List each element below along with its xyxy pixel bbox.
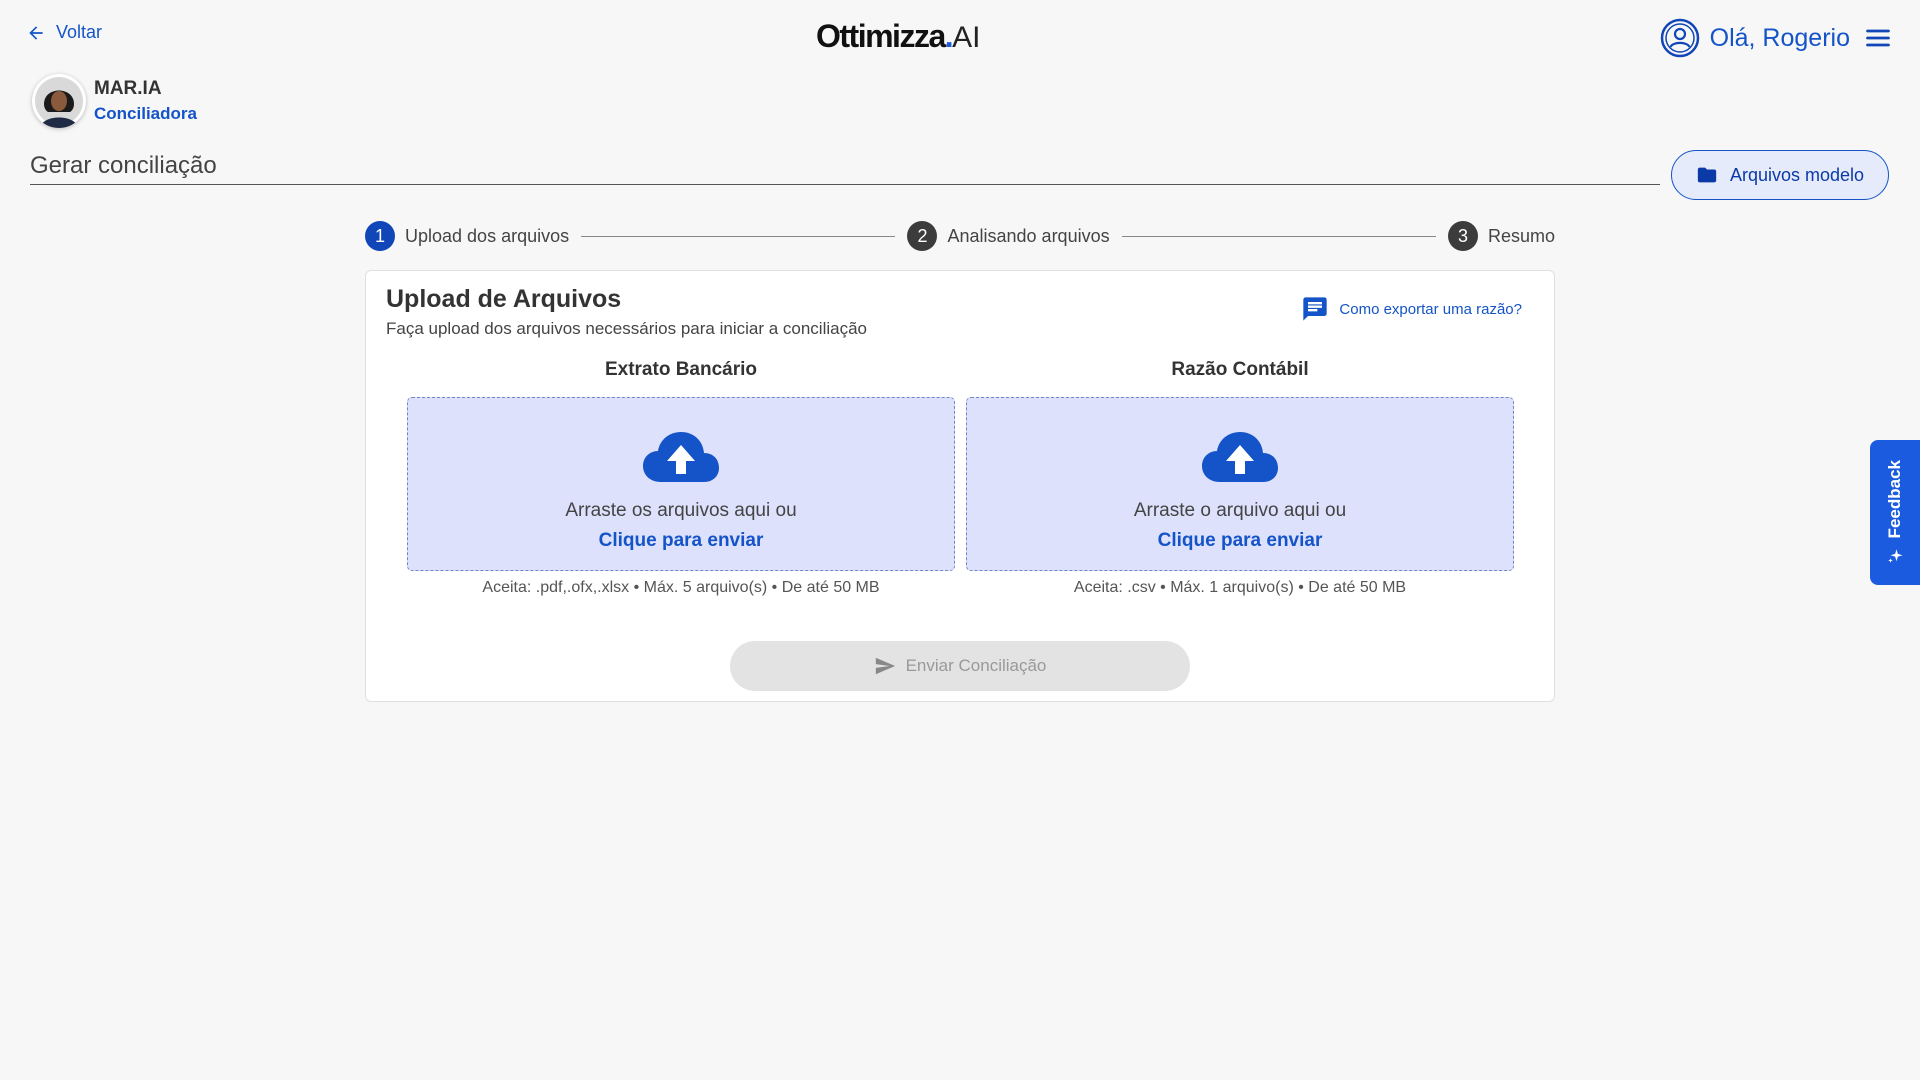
accepted-formats: Aceita: .pdf,.ofx,.xlsx • Máx. 5 arquivo… xyxy=(482,579,880,596)
step-upload: 1 Upload dos arquivos xyxy=(365,221,569,251)
agent-role: Conciliadora xyxy=(94,104,197,123)
export-help-link[interactable]: Como exportar uma razão? xyxy=(1301,295,1522,323)
back-link[interactable]: Voltar xyxy=(26,22,102,43)
feedback-tab[interactable]: Feedback xyxy=(1870,440,1920,585)
title-divider xyxy=(30,184,1660,185)
dropzone-text: Arraste o arquivo aqui ou xyxy=(1133,500,1347,521)
dropzone-upload-link[interactable]: Clique para enviar xyxy=(1158,530,1323,552)
step-number: 3 xyxy=(1447,221,1478,251)
agent-avatar-image xyxy=(35,77,83,128)
agent-name: MAR.IA xyxy=(94,78,162,99)
bank-statement-dropzone[interactable]: Arraste os arquivos aqui ou Clique para … xyxy=(407,397,955,571)
step-connector xyxy=(581,235,896,237)
arrow-left-icon xyxy=(29,25,43,40)
back-label: Voltar xyxy=(56,22,103,42)
column-heading: Extrato Bancário xyxy=(604,359,758,380)
send-reconciliation-button[interactable]: Enviar Conciliação xyxy=(730,641,1190,691)
accepted-formats: Aceita: .csv • Máx. 1 arquivo(s) • De at… xyxy=(1073,579,1407,596)
card-title: Upload de Arquivos xyxy=(386,285,622,313)
help-link-label: Como exportar uma razão? xyxy=(1339,300,1522,318)
card-subtitle: Faça upload dos arquivos necessários par… xyxy=(386,319,867,338)
stepper: 1 Upload dos arquivos 2 Analisando arqui… xyxy=(365,220,1555,252)
send-button-label: Enviar Conciliação xyxy=(905,656,1047,675)
user-area: Olá, Rogerio xyxy=(1660,18,1892,58)
column-heading: Razão Contábil xyxy=(1171,359,1309,380)
cloud-upload-icon xyxy=(1202,432,1278,482)
agent-avatar xyxy=(32,74,86,128)
agent-card: MAR.IA Conciliadora xyxy=(32,74,197,128)
step-number: 2 xyxy=(907,221,938,251)
user-greeting[interactable]: Olá, Rogerio xyxy=(1710,24,1850,53)
step-summary: 3 Resumo xyxy=(1447,221,1555,251)
feedback-label: Feedback xyxy=(1885,460,1904,539)
dropzone-text: Arraste os arquivos aqui ou xyxy=(565,500,797,521)
ottimizza-logo: Ottimizza.AI xyxy=(816,18,980,55)
send-icon xyxy=(875,657,895,675)
page-title: Gerar conciliação xyxy=(30,152,217,179)
step-label: Upload dos arquivos xyxy=(405,225,570,246)
dropzone-upload-link[interactable]: Clique para enviar xyxy=(599,530,764,552)
logo-suffix: AI xyxy=(952,21,981,54)
step-connector xyxy=(1121,235,1436,237)
model-files-label: Arquivos modelo xyxy=(1729,164,1865,185)
logo-main: Ottimizza xyxy=(816,18,946,54)
ledger-dropzone[interactable]: Arraste o arquivo aqui ou Clique para en… xyxy=(966,397,1514,571)
step-label: Analisando arquivos xyxy=(947,225,1110,246)
ledger-column: Razão Contábil Arraste o arquivo aqui ou… xyxy=(966,359,1514,597)
sparkle-icon xyxy=(1888,548,1903,563)
upload-card: Upload de Arquivos Faça upload dos arqui… xyxy=(365,270,1555,702)
cloud-upload-icon xyxy=(643,432,719,482)
model-files-button[interactable]: Arquivos modelo xyxy=(1671,150,1889,200)
user-circle-icon[interactable] xyxy=(1660,18,1700,58)
folder-icon xyxy=(1697,167,1717,183)
step-label: Resumo xyxy=(1487,225,1555,246)
chat-icon xyxy=(1303,297,1328,321)
hamburger-menu-icon[interactable] xyxy=(1864,24,1892,52)
step-analyzing: 2 Analisando arquivos xyxy=(907,221,1110,251)
bank-statement-column: Extrato Bancário Arraste os arquivos aqu… xyxy=(407,359,955,597)
step-number: 1 xyxy=(365,221,395,251)
